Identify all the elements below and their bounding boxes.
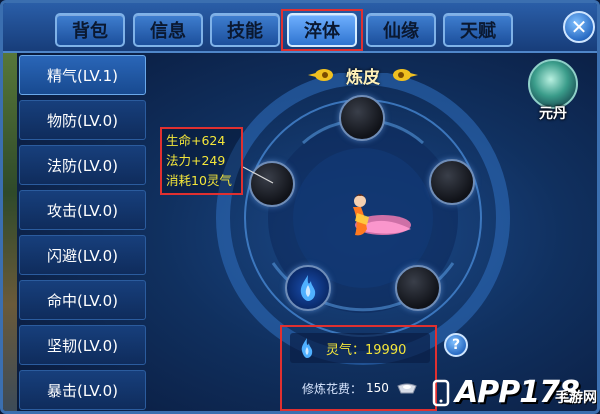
tooltip-connector bbox=[243, 166, 274, 184]
tab-info[interactable]: 信息 bbox=[133, 13, 203, 47]
tab-bar: 背包 信息 技能 淬体 仙缘 天赋 ✕ bbox=[3, 3, 597, 53]
watermark-site: 手游网 bbox=[555, 390, 597, 406]
yuandan-button[interactable]: 元丹 bbox=[523, 59, 583, 125]
yuandan-orb-icon bbox=[528, 59, 578, 109]
help-button[interactable]: ? bbox=[444, 333, 468, 357]
lingqi-row: 灵气：19990 bbox=[290, 333, 430, 363]
help-icon: ? bbox=[451, 337, 461, 353]
phone-logo-icon bbox=[432, 379, 450, 407]
cost-row: 修炼花费： 150 bbox=[302, 377, 432, 399]
stat-item-attack[interactable]: 攻击(LV.0) bbox=[19, 190, 146, 230]
ring-title: 炼皮 bbox=[308, 63, 418, 88]
cost-label: 修炼花费： bbox=[302, 381, 363, 396]
node-tooltip: 生命+624 法力+249 消耗10灵气 bbox=[160, 127, 243, 195]
cost-value: 150 bbox=[366, 381, 389, 395]
node-bottom-left[interactable] bbox=[285, 265, 331, 311]
game-panel: 背包 信息 技能 淬体 仙缘 天赋 ✕ 精气(LV.1) 物防(LV.0) 法防… bbox=[0, 0, 600, 414]
tab-skills[interactable]: 技能 bbox=[210, 13, 280, 47]
yuandan-label: 元丹 bbox=[539, 106, 567, 122]
tab-body-tempering[interactable]: 淬体 bbox=[287, 13, 357, 47]
tooltip-cost: 消耗10灵气 bbox=[166, 173, 232, 188]
site-watermark: APP178 手游网 bbox=[431, 365, 597, 411]
stat-list: 精气(LV.1) 物防(LV.0) 法防(LV.0) 攻击(LV.0) 闪避(L… bbox=[19, 53, 146, 411]
blue-flame-icon bbox=[301, 338, 313, 358]
blue-flame-icon bbox=[300, 275, 316, 301]
stat-item-vitality[interactable]: 精气(LV.1) bbox=[19, 55, 146, 95]
close-icon: ✕ bbox=[570, 15, 588, 39]
stat-item-toughness[interactable]: 坚韧(LV.0) bbox=[19, 325, 146, 365]
tooltip-mp: 法力+249 bbox=[166, 153, 226, 168]
swirl-ornament-icon bbox=[308, 69, 333, 81]
stat-item-physical-defense[interactable]: 物防(LV.0) bbox=[19, 100, 146, 140]
tab-bag[interactable]: 背包 bbox=[55, 13, 125, 47]
silver-ingot-icon bbox=[397, 383, 417, 394]
stat-item-hit[interactable]: 命中(LV.0) bbox=[19, 280, 146, 320]
resource-panel: 灵气：19990 修炼花费： 150 bbox=[280, 325, 437, 411]
node-bottom-right[interactable] bbox=[395, 265, 441, 311]
character-avatar bbox=[353, 194, 411, 236]
stat-item-critical[interactable]: 暴击(LV.0) bbox=[19, 370, 146, 410]
tab-fate[interactable]: 仙缘 bbox=[366, 13, 436, 47]
lingqi-value: 灵气：19990 bbox=[326, 342, 407, 358]
node-right[interactable] bbox=[429, 159, 475, 205]
title-text: 炼皮 bbox=[346, 68, 380, 88]
stat-item-dodge[interactable]: 闪避(LV.0) bbox=[19, 235, 146, 275]
swirl-ornament-icon bbox=[393, 69, 418, 81]
tab-talent[interactable]: 天赋 bbox=[443, 13, 513, 47]
node-top[interactable] bbox=[339, 95, 385, 141]
background-scenery-strip bbox=[3, 43, 17, 411]
close-button[interactable]: ✕ bbox=[563, 11, 595, 43]
tooltip-hp: 生命+624 bbox=[166, 133, 226, 148]
stat-item-magic-defense[interactable]: 法防(LV.0) bbox=[19, 145, 146, 185]
